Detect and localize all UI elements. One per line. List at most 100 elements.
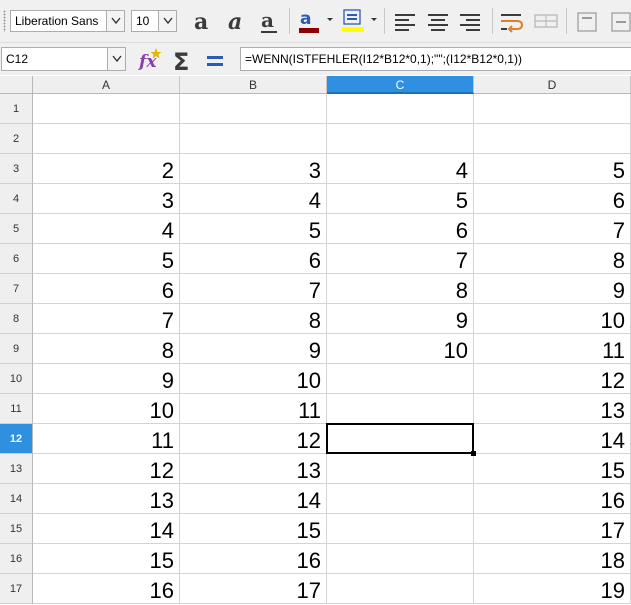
- cell-a2[interactable]: [33, 124, 180, 154]
- cell-c16[interactable]: [327, 544, 474, 574]
- cell-c2[interactable]: [327, 124, 474, 154]
- cell-d6[interactable]: 8: [474, 244, 631, 274]
- bold-button[interactable]: a: [190, 6, 218, 36]
- row-header[interactable]: 13: [0, 454, 33, 484]
- font-name-dropdown-button[interactable]: [106, 11, 124, 31]
- row-header[interactable]: 9: [0, 334, 33, 364]
- align-top-button[interactable]: [574, 6, 602, 36]
- sum-button[interactable]: Σ: [168, 46, 196, 76]
- row-header[interactable]: 6: [0, 244, 33, 274]
- cell-d8[interactable]: 10: [474, 304, 631, 334]
- align-right-button[interactable]: [456, 6, 484, 36]
- cell-a10[interactable]: 9: [33, 364, 180, 394]
- cell-c11[interactable]: [327, 394, 474, 424]
- row-header[interactable]: 7: [0, 274, 33, 304]
- column-header-d[interactable]: D: [474, 76, 631, 94]
- cell-b3[interactable]: 3: [180, 154, 327, 184]
- row-header[interactable]: 17: [0, 574, 33, 604]
- cell-a4[interactable]: 3: [33, 184, 180, 214]
- row-header[interactable]: 15: [0, 514, 33, 544]
- row-header[interactable]: 4: [0, 184, 33, 214]
- cell-d1[interactable]: [474, 94, 631, 124]
- cell-b10[interactable]: 10: [180, 364, 327, 394]
- cell-c6[interactable]: 7: [327, 244, 474, 274]
- cell-b5[interactable]: 5: [180, 214, 327, 244]
- cell-b8[interactable]: 8: [180, 304, 327, 334]
- cell-c8[interactable]: 9: [327, 304, 474, 334]
- cell-a8[interactable]: 7: [33, 304, 180, 334]
- cell-c14[interactable]: [327, 484, 474, 514]
- cell-c5[interactable]: 6: [327, 214, 474, 244]
- cell-b15[interactable]: 15: [180, 514, 327, 544]
- cell-c9[interactable]: 10: [327, 334, 474, 364]
- highlight-button[interactable]: [338, 6, 378, 36]
- cell-d17[interactable]: 19: [474, 574, 631, 604]
- italic-button[interactable]: a: [224, 6, 252, 36]
- row-header[interactable]: 2: [0, 124, 33, 154]
- cell-c17[interactable]: [327, 574, 474, 604]
- merge-cells-button[interactable]: [532, 6, 560, 36]
- name-box[interactable]: C12: [1, 47, 126, 71]
- cell-b11[interactable]: 11: [180, 394, 327, 424]
- row-header[interactable]: 8: [0, 304, 33, 334]
- cell-a6[interactable]: 5: [33, 244, 180, 274]
- cell-b14[interactable]: 14: [180, 484, 327, 514]
- cell-a17[interactable]: 16: [33, 574, 180, 604]
- cell-a7[interactable]: 6: [33, 274, 180, 304]
- cell-d7[interactable]: 9: [474, 274, 631, 304]
- cell-b1[interactable]: [180, 94, 327, 124]
- cell-d13[interactable]: 15: [474, 454, 631, 484]
- align-center-button[interactable]: [424, 6, 452, 36]
- cell-d3[interactable]: 5: [474, 154, 631, 184]
- cell-d15[interactable]: 17: [474, 514, 631, 544]
- cell-a16[interactable]: 15: [33, 544, 180, 574]
- row-header[interactable]: 3: [0, 154, 33, 184]
- cell-b17[interactable]: 17: [180, 574, 327, 604]
- font-size-dropdown-button[interactable]: [158, 11, 176, 31]
- font-name-combo[interactable]: Liberation Sans: [10, 10, 125, 32]
- cell-a11[interactable]: 10: [33, 394, 180, 424]
- cell-c12[interactable]: [327, 424, 474, 454]
- row-header[interactable]: 5: [0, 214, 33, 244]
- cell-b7[interactable]: 7: [180, 274, 327, 304]
- cell-c1[interactable]: [327, 94, 474, 124]
- cell-a14[interactable]: 13: [33, 484, 180, 514]
- toolbar-grip[interactable]: [3, 10, 6, 32]
- cell-c7[interactable]: 8: [327, 274, 474, 304]
- cell-d9[interactable]: 11: [474, 334, 631, 364]
- name-box-dropdown-button[interactable]: [107, 48, 125, 70]
- cell-a1[interactable]: [33, 94, 180, 124]
- font-size-combo[interactable]: 10: [131, 10, 177, 32]
- formula-button[interactable]: [201, 46, 229, 74]
- cell-d4[interactable]: 6: [474, 184, 631, 214]
- cell-b12[interactable]: 12: [180, 424, 327, 454]
- column-header-a[interactable]: A: [33, 76, 180, 94]
- row-header[interactable]: 12: [0, 424, 33, 454]
- cell-a9[interactable]: 8: [33, 334, 180, 364]
- cell-c15[interactable]: [327, 514, 474, 544]
- row-header[interactable]: 11: [0, 394, 33, 424]
- align-middle-button[interactable]: [610, 6, 631, 36]
- cell-b4[interactable]: 4: [180, 184, 327, 214]
- cell-c3[interactable]: 4: [327, 154, 474, 184]
- column-header-b[interactable]: B: [180, 76, 327, 94]
- column-header-c[interactable]: C: [327, 76, 474, 94]
- cell-d5[interactable]: 7: [474, 214, 631, 244]
- cell-a15[interactable]: 14: [33, 514, 180, 544]
- cell-d11[interactable]: 13: [474, 394, 631, 424]
- cell-d2[interactable]: [474, 124, 631, 154]
- cell-d12[interactable]: 14: [474, 424, 631, 454]
- select-all-corner[interactable]: [0, 76, 33, 94]
- cell-a3[interactable]: 2: [33, 154, 180, 184]
- cell-d16[interactable]: 18: [474, 544, 631, 574]
- cell-b9[interactable]: 9: [180, 334, 327, 364]
- formula-input[interactable]: =WENN(ISTFEHLER(I12*B12*0,1);"";(I12*B12…: [240, 47, 631, 71]
- function-wizard-button[interactable]: fx: [136, 46, 164, 74]
- cell-d14[interactable]: 16: [474, 484, 631, 514]
- row-header[interactable]: 1: [0, 94, 33, 124]
- cell-c10[interactable]: [327, 364, 474, 394]
- row-header[interactable]: 10: [0, 364, 33, 394]
- cell-c13[interactable]: [327, 454, 474, 484]
- cell-b13[interactable]: 13: [180, 454, 327, 484]
- underline-button[interactable]: a: [256, 6, 284, 36]
